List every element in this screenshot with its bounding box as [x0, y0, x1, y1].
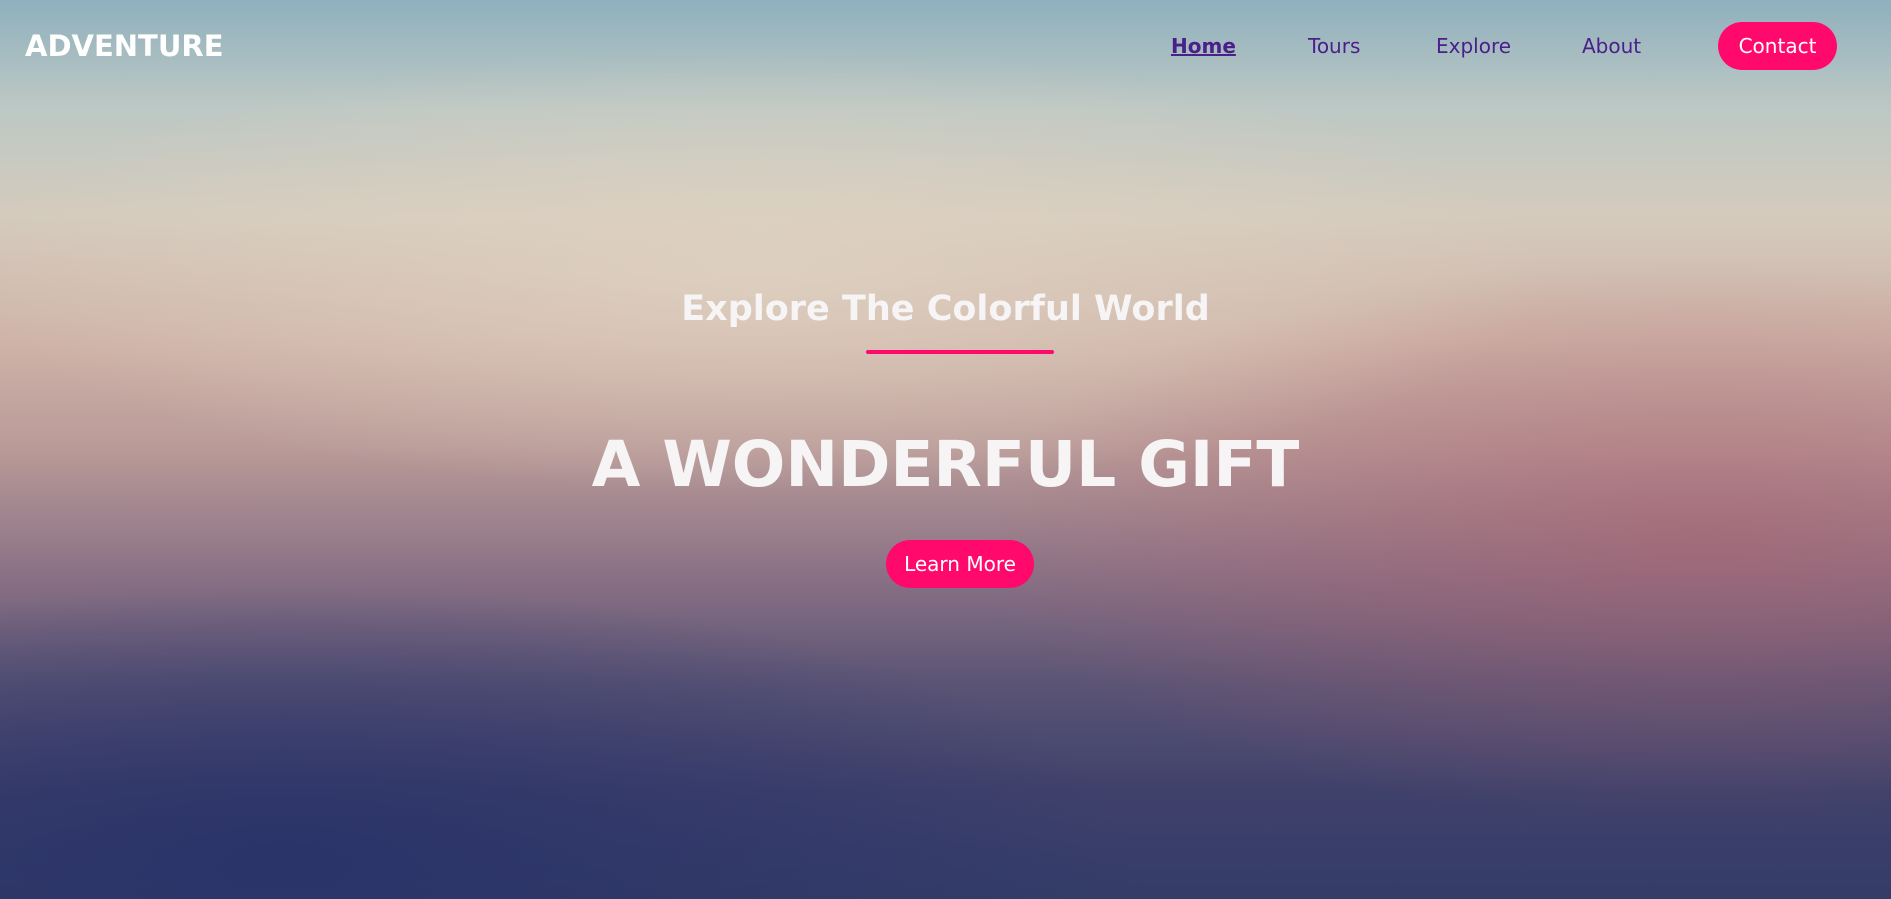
hero-section: Explore The Colorful World A WONDERFUL G…: [0, 0, 1891, 899]
hero-subtitle: Explore The Colorful World: [681, 289, 1210, 329]
learn-more-button[interactable]: Learn More: [886, 540, 1034, 588]
hero-underline-divider: [866, 350, 1054, 354]
page: { "header": { "logo": "ADVENTURE", "nav"…: [0, 0, 1891, 899]
hero-title: A WONDERFUL GIFT: [591, 428, 1300, 501]
